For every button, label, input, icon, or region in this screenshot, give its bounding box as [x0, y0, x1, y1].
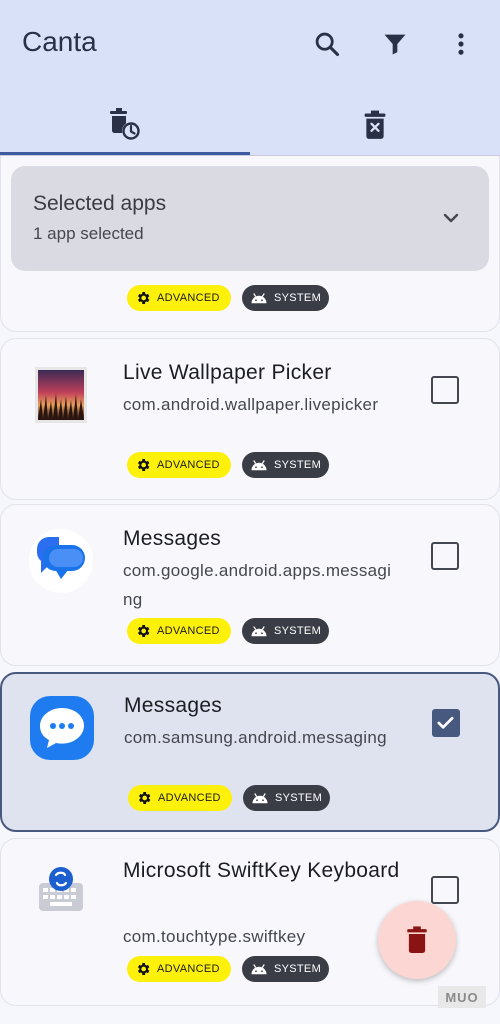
system-label: SYSTEM [274, 963, 322, 975]
delete-x-icon [361, 110, 389, 145]
advanced-label: ADVANCED [157, 292, 220, 304]
gear-icon [138, 625, 150, 637]
system-label: SYSTEM [274, 292, 322, 304]
watermark-logo: MUO [438, 986, 486, 1008]
gear-icon [138, 459, 150, 471]
advanced-label: ADVANCED [157, 625, 220, 637]
app-name: Live Wallpaper Picker [123, 361, 332, 384]
chevron-down-icon[interactable] [439, 206, 463, 230]
package-name: com.google.android.apps.messaging [123, 561, 392, 609]
app-checkbox[interactable] [432, 709, 460, 737]
list-item[interactable]: Messages com.google.android.apps.messagi… [0, 504, 500, 666]
tab-uninstall-apps[interactable] [0, 98, 250, 156]
android-icon [251, 460, 267, 471]
search-icon[interactable] [311, 28, 343, 60]
selected-apps-panel[interactable]: Selected apps 1 app selected [11, 166, 489, 271]
filter-icon[interactable] [379, 28, 411, 60]
gear-icon [138, 963, 150, 975]
selected-apps-title: Selected apps [33, 192, 167, 215]
app-name: Microsoft SwiftKey Keyboard [123, 859, 400, 882]
system-chip: SYSTEM [243, 785, 330, 811]
advanced-chip: ADVANCED [127, 285, 231, 311]
tab-uninstalled-apps[interactable] [250, 98, 500, 156]
selected-apps-count: 1 app selected [33, 224, 144, 243]
delete-icon [407, 926, 427, 953]
more-vert-icon[interactable] [445, 28, 477, 60]
advanced-chip: ADVANCED [127, 452, 231, 478]
system-chip: SYSTEM [242, 452, 329, 478]
package-name: com.samsung.android.messaging [124, 728, 387, 747]
app-checkbox[interactable] [431, 542, 459, 570]
system-chip: SYSTEM [242, 618, 329, 644]
system-label: SYSTEM [274, 459, 322, 471]
samsung-messages-icon [30, 696, 94, 760]
app-list[interactable]: ADVANCED SYSTEM Selected apps 1 app sele… [0, 156, 500, 1024]
package-name: com.android.wallpaper.livepicker [123, 395, 379, 414]
android-icon [252, 793, 268, 804]
app-checkbox[interactable] [431, 876, 459, 904]
gear-icon [139, 792, 151, 804]
list-item[interactable]: Live Wallpaper Picker com.android.wallpa… [0, 338, 500, 500]
app-name: Messages [124, 694, 223, 717]
tab-bar [0, 98, 500, 156]
android-icon [251, 964, 267, 975]
advanced-label: ADVANCED [157, 459, 220, 471]
package-name: com.touchtype.swiftkey [123, 927, 306, 946]
advanced-chip: ADVANCED [127, 618, 231, 644]
list-item-selected[interactable]: Messages com.samsung.android.messaging A… [0, 672, 500, 832]
advanced-label: ADVANCED [157, 963, 220, 975]
gear-icon [138, 292, 150, 304]
app-name: Messages [123, 527, 222, 550]
check-icon [437, 716, 454, 729]
advanced-chip: ADVANCED [127, 956, 231, 982]
system-chip: SYSTEM [242, 956, 329, 982]
swiftkey-icon [39, 867, 83, 911]
uninstall-fab-button[interactable] [378, 901, 456, 979]
system-chip: SYSTEM [242, 285, 329, 311]
app-title: Canta [22, 26, 97, 57]
app-bar: Canta [0, 0, 500, 156]
advanced-chip: ADVANCED [128, 785, 232, 811]
android-icon [251, 293, 267, 304]
android-icon [251, 626, 267, 637]
google-messages-icon [29, 529, 93, 593]
delete-clock-icon [107, 107, 143, 148]
advanced-label: ADVANCED [158, 792, 221, 804]
wallpaper-icon [35, 367, 87, 423]
system-label: SYSTEM [274, 625, 322, 637]
app-checkbox[interactable] [431, 376, 459, 404]
system-label: SYSTEM [275, 792, 323, 804]
